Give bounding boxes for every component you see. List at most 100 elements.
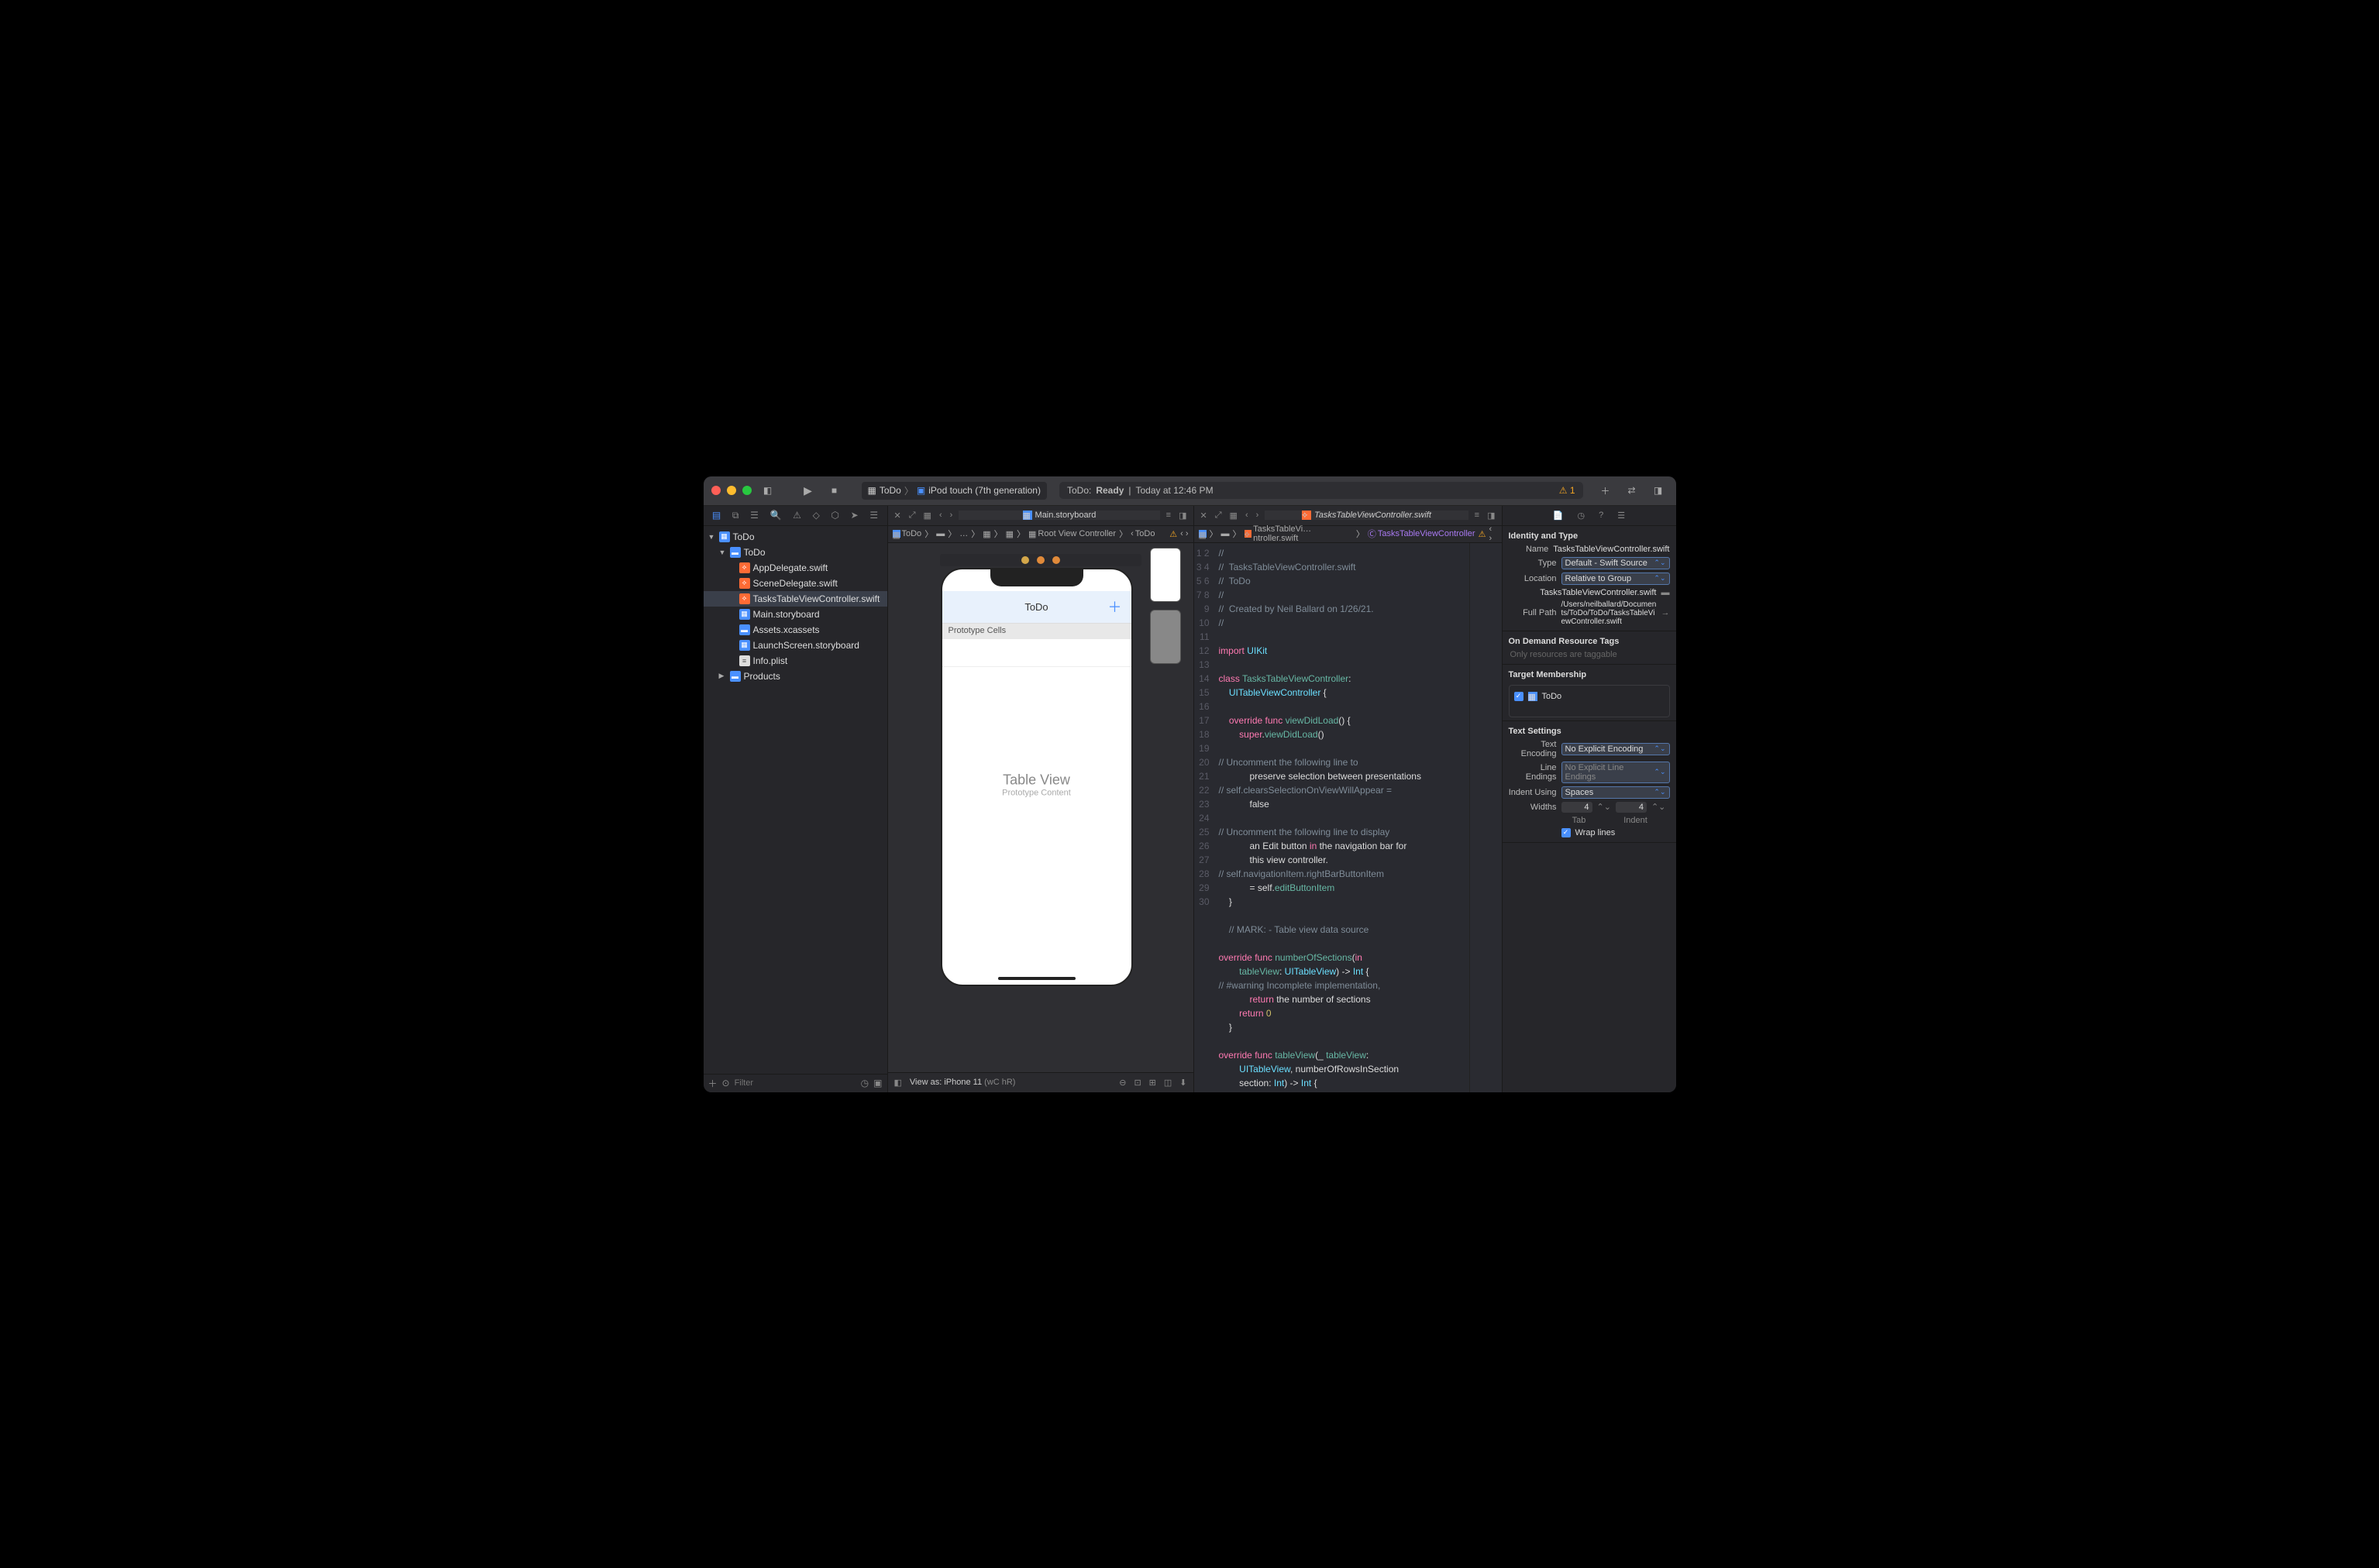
jumpbar-right[interactable]: ▦〉 ▬〉 ⟡ TasksTableVi…ntroller.swift〉 Ⓒ T…: [1194, 526, 1502, 543]
file-mainstoryboard[interactable]: ▦Main.storyboard: [704, 607, 887, 622]
assist-icon[interactable]: ◨: [1179, 511, 1186, 521]
file-scenedelegate[interactable]: ⟡SceneDelegate.swift: [704, 576, 887, 591]
file-appdelegate[interactable]: ⟡AppDelegate.swift: [704, 560, 887, 576]
activity-view: ToDo: Ready | Today at 12:46 PM ⚠ 1: [1059, 482, 1583, 499]
tab-taskstable[interactable]: ⟡ TasksTableViewController.swift: [1265, 511, 1468, 520]
device-preview[interactable]: ToDo ＋ Prototype Cells Table View Protot…: [941, 568, 1133, 986]
folder-icon[interactable]: ▬: [1661, 588, 1670, 597]
checkbox-icon[interactable]: ✓: [1514, 692, 1523, 701]
zoom-fit-icon[interactable]: ⊡: [1134, 1078, 1141, 1088]
history-inspector-icon[interactable]: ◷: [1578, 511, 1585, 521]
file-taskstable[interactable]: ⟡TasksTableViewController.swift: [704, 591, 887, 607]
debug-nav-icon[interactable]: ⬡: [831, 510, 839, 521]
close-tab-icon[interactable]: ✕: [1200, 511, 1207, 521]
help-inspector-icon[interactable]: ?: [1599, 511, 1603, 520]
filter-icon: ⊙: [722, 1078, 730, 1088]
device-icon: ▣: [917, 485, 925, 496]
symbol-nav-icon[interactable]: ☰: [750, 510, 759, 521]
navigation-bar[interactable]: ToDo ＋: [942, 591, 1131, 624]
traffic-lights: [711, 486, 752, 495]
code-minimap[interactable]: [1469, 543, 1502, 1092]
embed-icon[interactable]: ⬇: [1179, 1078, 1186, 1088]
code-editor[interactable]: 1 2 3 4 5 6 7 8 9 10 11 12 13 14 15 16 1…: [1194, 543, 1502, 1092]
issue-nav-icon[interactable]: ⚠: [793, 510, 801, 521]
folder-products[interactable]: ▶▬Products: [704, 669, 887, 684]
assist-icon[interactable]: ◨: [1487, 511, 1495, 521]
sidebar-toggle-icon[interactable]: ◧: [758, 482, 778, 499]
editor-opts-icon[interactable]: ≡: [1475, 511, 1479, 521]
file-inspector-icon[interactable]: 📄: [1553, 511, 1564, 521]
file-name-value: TasksTableViewController.swift: [1553, 545, 1669, 554]
zoom-button[interactable]: [742, 486, 752, 495]
nav-title: ToDo: [1024, 601, 1048, 613]
back-icon[interactable]: ‹: [939, 511, 942, 521]
filter-input[interactable]: [735, 1078, 856, 1088]
minimize-button[interactable]: [727, 486, 736, 495]
project-navigator-icon[interactable]: ▤: [712, 510, 721, 521]
forward-icon[interactable]: ›: [1256, 511, 1259, 521]
editor-area: ✕ ⤢ ▦ ‹ › ▦ Main.storyboard ≡ ◨: [888, 506, 1502, 1092]
target-todo[interactable]: ✓ ▦ ToDo: [1514, 690, 1665, 703]
prototype-cell[interactable]: [942, 639, 1131, 667]
close-tab-icon[interactable]: ✕: [894, 511, 901, 521]
add-icon[interactable]: ＋: [708, 1077, 718, 1090]
encoding-select[interactable]: No Explicit Encoding⌃⌄: [1561, 743, 1670, 755]
project-root[interactable]: ▼▦ToDo: [704, 529, 887, 545]
breakpoint-nav-icon[interactable]: ➤: [851, 510, 859, 521]
run-button[interactable]: ▶: [798, 482, 818, 499]
find-nav-icon[interactable]: 🔍: [770, 510, 782, 521]
outline-toggle-icon[interactable]: ◧: [894, 1078, 902, 1088]
status-app: ToDo:: [1067, 485, 1091, 496]
canvas-footer: ◧ View as: iPhone 11 (wC hR) ⊖ ⊡ ⊞ ◫ ⬇: [888, 1072, 1193, 1092]
align-icon[interactable]: ◫: [1164, 1078, 1172, 1088]
document-outline-minimap[interactable]: [1150, 548, 1189, 664]
reveal-icon[interactable]: →: [1661, 608, 1670, 617]
jumpbar-left[interactable]: ▦ ToDo〉 ▬〉…〉▦〉▦〉 ▦ Root View Controller〉…: [888, 526, 1193, 543]
type-select[interactable]: Default - Swift Source⌃⌄: [1561, 557, 1670, 569]
constraints-icon[interactable]: ⊞: [1149, 1078, 1156, 1088]
editor-opts-icon[interactable]: ≡: [1166, 511, 1171, 521]
file-launchscreen[interactable]: ▦LaunchScreen.storyboard: [704, 638, 887, 653]
close-button[interactable]: [711, 486, 721, 495]
expand-icon[interactable]: ⤢: [1215, 511, 1222, 521]
warning-indicator[interactable]: ⚠ 1: [1559, 485, 1575, 496]
test-nav-icon[interactable]: ◇: [813, 510, 820, 521]
lineendings-select[interactable]: No Explicit Line Endings⌃⌄: [1561, 762, 1670, 783]
notch-icon: [990, 569, 1083, 586]
folder-todo[interactable]: ▼▬ToDo: [704, 545, 887, 560]
navigator-footer: ＋ ⊙ ◷ ▣: [704, 1074, 887, 1092]
mini-scene-2[interactable]: [1150, 610, 1181, 664]
storyboard-pane: ✕ ⤢ ▦ ‹ › ▦ Main.storyboard ≡ ◨: [888, 506, 1194, 1092]
related-icon[interactable]: ▦: [1230, 511, 1238, 521]
tab-width-input[interactable]: 4: [1561, 802, 1592, 813]
scheme-selector[interactable]: ▦ ToDo 〉 ▣ iPod touch (7th generation): [862, 482, 1047, 500]
back-icon[interactable]: ‹: [1245, 511, 1248, 521]
scm-icon[interactable]: ▣: [873, 1078, 882, 1088]
view-as-button[interactable]: View as: iPhone 11 (wC hR): [910, 1078, 1016, 1087]
indent-width-input[interactable]: 4: [1616, 802, 1647, 813]
zoom-out-icon[interactable]: ⊖: [1119, 1078, 1126, 1088]
mini-scene-1[interactable]: [1150, 548, 1181, 602]
library-button[interactable]: ＋: [1596, 482, 1616, 499]
file-infoplist[interactable]: ≡Info.plist: [704, 653, 887, 669]
navigator: ▤ ⧉ ☰ 🔍 ⚠ ◇ ⬡ ➤ ☰ ▼▦ToDo ▼▬ToDo ⟡AppDele…: [704, 506, 888, 1092]
inspector-toggle-icon[interactable]: ◨: [1648, 482, 1668, 499]
ib-canvas[interactable]: ToDo ＋ Prototype Cells Table View Protot…: [888, 543, 1193, 1092]
recent-icon[interactable]: ◷: [861, 1078, 869, 1088]
forward-icon[interactable]: ›: [950, 511, 953, 521]
tab-mainstoryboard[interactable]: ▦ Main.storyboard: [959, 511, 1159, 520]
attributes-inspector-icon[interactable]: ☰: [1617, 511, 1625, 521]
plus-icon[interactable]: ＋: [1108, 597, 1122, 617]
code-review-icon[interactable]: ⇄: [1622, 482, 1642, 499]
indent-select[interactable]: Spaces⌃⌄: [1561, 786, 1670, 799]
file-assets[interactable]: ▬Assets.xcassets: [704, 622, 887, 638]
wrap-checkbox[interactable]: ✓: [1561, 828, 1571, 837]
code-text[interactable]: // // TasksTableViewController.swift // …: [1214, 543, 1469, 1092]
status-time: Today at 12:46 PM: [1136, 485, 1214, 496]
source-control-icon[interactable]: ⧉: [732, 510, 739, 521]
stop-button[interactable]: ■: [825, 482, 845, 499]
report-nav-icon[interactable]: ☰: [869, 510, 878, 521]
location-select[interactable]: Relative to Group⌃⌄: [1561, 573, 1670, 585]
related-icon[interactable]: ▦: [924, 511, 931, 521]
expand-icon[interactable]: ⤢: [909, 511, 916, 521]
